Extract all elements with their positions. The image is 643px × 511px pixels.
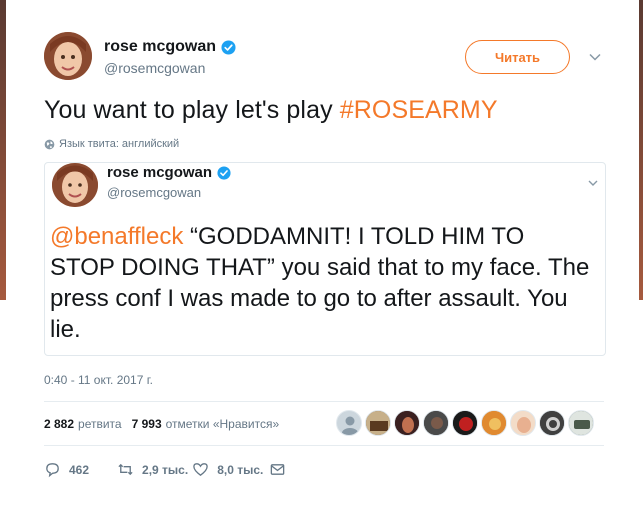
retweets-count[interactable]: 2 882 [44, 417, 74, 431]
language-note: Язык твита: английский [44, 138, 179, 150]
likers-avatars [336, 410, 597, 436]
reply-icon [46, 463, 59, 478]
reply-action[interactable]: 462 [44, 461, 89, 478]
verified-icon [217, 165, 231, 180]
liker-avatar[interactable] [394, 410, 420, 436]
engagement-stats: 2 882 ретвита 7 993 отметки «Нравится» [44, 417, 279, 431]
message-action[interactable] [269, 461, 294, 478]
retweet-count: 2,9 тыс. [142, 462, 189, 477]
tweet-timestamp[interactable]: 0:40 - 11 окт. 2017 г. [44, 373, 153, 387]
retweet-action[interactable]: 2,9 тыс. [117, 461, 188, 478]
liker-avatar[interactable] [539, 410, 565, 436]
quoted-author-handle: @rosemcgowan [107, 185, 202, 200]
retweet-icon [118, 463, 133, 476]
tweet-text-body: You want to play let's play [44, 96, 340, 124]
quoted-author-name: rose mcgowan [107, 164, 213, 181]
liker-avatar[interactable] [510, 410, 536, 436]
retweets-label[interactable]: ретвита [78, 417, 122, 431]
liker-avatar[interactable] [365, 410, 391, 436]
chevron-down-icon[interactable] [587, 177, 599, 189]
author-name-row[interactable]: rose mcgowan [104, 38, 236, 56]
quoted-author-name-row: rose mcgowan [107, 164, 231, 181]
chevron-down-icon[interactable] [588, 50, 602, 64]
verified-icon [221, 39, 236, 55]
like-count: 8,0 тыс. [217, 462, 264, 477]
liker-avatar[interactable] [481, 410, 507, 436]
quoted-author-avatar [52, 163, 98, 207]
divider [44, 401, 604, 402]
author-handle[interactable]: @rosemcgowan [104, 60, 205, 76]
quoted-tweet[interactable]: rose mcgowan @rosemcgowan @benaffleck “G… [44, 162, 606, 356]
envelope-icon [271, 464, 285, 475]
divider [44, 445, 604, 446]
author-name[interactable]: rose mcgowan [104, 38, 216, 56]
tweet-card: rose mcgowan @rosemcgowan Читать You wan… [0, 0, 643, 511]
likes-count[interactable]: 7 993 [132, 417, 162, 431]
tweet-text: You want to play let's play #ROSEARMY [44, 96, 498, 125]
follow-button[interactable]: Читать [465, 40, 570, 74]
liker-avatar[interactable] [423, 410, 449, 436]
author-avatar[interactable] [44, 32, 92, 80]
globe-icon [44, 139, 55, 149]
tweet-actions: 462 2,9 тыс. 8,0 тыс. [44, 461, 294, 478]
like-action[interactable]: 8,0 тыс. [192, 461, 263, 478]
mention-link[interactable]: @benaffleck [50, 223, 183, 250]
language-label: Язык твита: английский [59, 138, 180, 150]
liker-avatar[interactable] [452, 410, 478, 436]
hashtag-link[interactable]: #ROSEARMY [340, 96, 498, 124]
liker-avatar[interactable] [568, 410, 594, 436]
likes-label[interactable]: отметки «Нравится» [166, 417, 280, 431]
heart-icon [193, 463, 208, 476]
liker-avatar[interactable] [336, 410, 362, 436]
reply-count: 462 [69, 462, 90, 477]
quoted-tweet-text: @benaffleck “GODDAMNIT! I TOLD HIM TO ST… [50, 221, 595, 345]
